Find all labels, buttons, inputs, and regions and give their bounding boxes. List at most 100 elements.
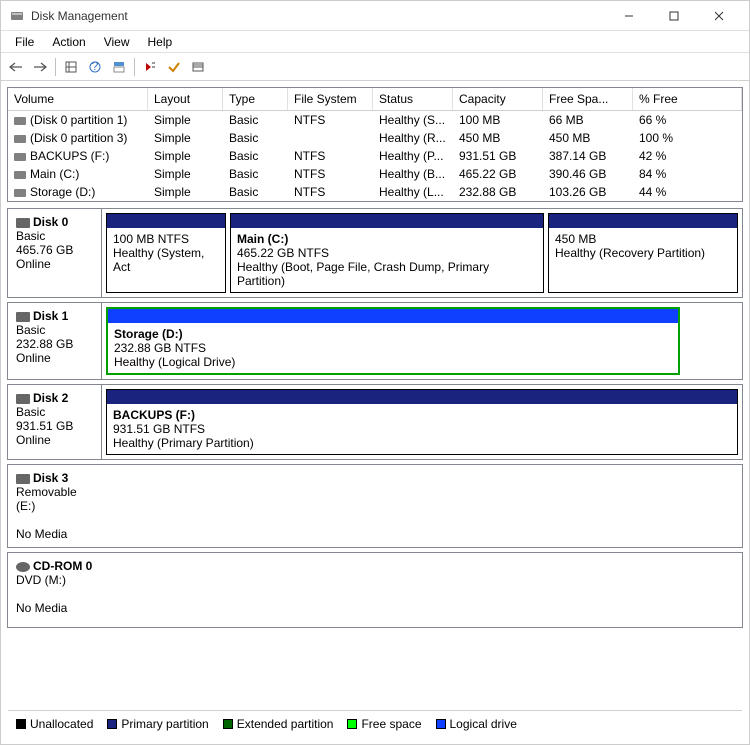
disk-panel-2[interactable]: Disk 2 Basic 931.51 GB Online BACKUPS (F… [7,384,743,460]
settings-button[interactable] [60,56,82,78]
menubar: File Action View Help [1,31,749,53]
volume-row[interactable]: Storage (D:) Simple Basic NTFS Healthy (… [8,183,742,201]
menu-view[interactable]: View [96,33,138,51]
volume-name: Main (C:) [30,167,79,181]
disk-info: CD-ROM 0 DVD (M:) No Media [8,553,102,627]
disk-status: Online [16,257,93,271]
volume-icon [14,171,26,179]
legend-logical: Logical drive [436,717,517,731]
disk-type: Basic [16,323,93,337]
volume-row[interactable]: Main (C:) Simple Basic NTFS Healthy (B..… [8,165,742,183]
volume-list[interactable]: Volume Layout Type File System Status Ca… [7,87,743,202]
volume-icon [14,153,26,161]
partition-box[interactable]: BACKUPS (F:) 931.51 GB NTFS Healthy (Pri… [106,389,738,455]
menu-file[interactable]: File [7,33,42,51]
partition-status: Healthy (Primary Partition) [113,436,731,450]
close-button[interactable] [696,2,741,30]
disk-partitions: Storage (D:) 232.88 GB NTFS Healthy (Log… [102,303,742,379]
col-layout[interactable]: Layout [148,88,223,110]
col-pct[interactable]: % Free [633,88,742,110]
partition-size: 465.22 GB NTFS [237,246,537,260]
titlebar: Disk Management [1,1,749,31]
legend: Unallocated Primary partition Extended p… [8,710,742,737]
disk-type: Basic [16,229,93,243]
swatch-extended [223,719,233,729]
volume-list-header: Volume Layout Type File System Status Ca… [8,88,742,111]
partition-size: 450 MB [555,232,731,246]
col-filesystem[interactable]: File System [288,88,373,110]
partition-box[interactable]: 100 MB NTFS Healthy (System, Act [106,213,226,293]
volume-row[interactable]: (Disk 0 partition 3) Simple Basic Health… [8,129,742,147]
disk-type: Removable (E:) [16,485,94,513]
check-button[interactable] [163,56,185,78]
menu-help[interactable]: Help [140,33,181,51]
partition-body: 100 MB NTFS Healthy (System, Act [107,228,225,292]
col-type[interactable]: Type [223,88,288,110]
action-button[interactable] [139,56,161,78]
disk-icon [16,218,30,228]
col-status[interactable]: Status [373,88,453,110]
partition-box-selected[interactable]: Storage (D:) 232.88 GB NTFS Healthy (Log… [106,307,680,375]
volume-row[interactable]: (Disk 0 partition 1) Simple Basic NTFS H… [8,111,742,129]
disk-status: Online [16,351,93,365]
disk-panel-cdrom[interactable]: CD-ROM 0 DVD (M:) No Media [7,552,743,628]
back-button[interactable] [5,56,27,78]
disk-panel-3[interactable]: Disk 3 Removable (E:) No Media [7,464,743,548]
partition-body: 450 MB Healthy (Recovery Partition) [549,228,737,292]
swatch-free [347,719,357,729]
disk-icon [16,394,30,404]
partition-status: Healthy (Recovery Partition) [555,246,731,260]
disk-size: 931.51 GB [16,419,93,433]
partition-box[interactable]: Main (C:) 465.22 GB NTFS Healthy (Boot, … [230,213,544,293]
partition-size: 100 MB NTFS [113,232,219,246]
col-volume[interactable]: Volume [8,88,148,110]
disk-status: Online [16,433,93,447]
disk-icon [16,474,30,484]
toolbar-separator [134,58,135,76]
disk-partitions [102,553,742,627]
legend-extended: Extended partition [223,717,334,731]
maximize-button[interactable] [651,2,696,30]
toolbar: ? [1,53,749,81]
disk-name: Disk 1 [33,309,68,323]
list-button[interactable] [187,56,209,78]
disk-partitions: BACKUPS (F:) 931.51 GB NTFS Healthy (Pri… [102,385,742,459]
disk-type: DVD (M:) [16,573,94,587]
partition-stripe [107,390,737,404]
menu-action[interactable]: Action [44,33,93,51]
volume-icon [14,117,26,125]
volume-name: (Disk 0 partition 3) [30,131,127,145]
partition-box[interactable]: 450 MB Healthy (Recovery Partition) [548,213,738,293]
col-capacity[interactable]: Capacity [453,88,543,110]
disk-name: CD-ROM 0 [33,559,92,573]
volume-icon [14,135,26,143]
view-top-button[interactable] [108,56,130,78]
partition-name: Storage (D:) [114,327,672,341]
svg-text:?: ? [92,60,99,73]
partition-body: Main (C:) 465.22 GB NTFS Healthy (Boot, … [231,228,543,292]
partition-body: BACKUPS (F:) 931.51 GB NTFS Healthy (Pri… [107,404,737,454]
disk-status: No Media [16,601,94,615]
partition-status: Healthy (Logical Drive) [114,355,672,369]
disk-size: 232.88 GB [16,337,93,351]
volume-icon [14,189,26,197]
col-free[interactable]: Free Spa... [543,88,633,110]
partition-status: Healthy (Boot, Page File, Crash Dump, Pr… [237,260,537,288]
partition-body: Storage (D:) 232.88 GB NTFS Healthy (Log… [108,323,678,373]
disk-info: Disk 2 Basic 931.51 GB Online [8,385,102,459]
disk-name: Disk 0 [33,215,68,229]
legend-primary: Primary partition [107,717,208,731]
disk-info: Disk 3 Removable (E:) No Media [8,465,102,547]
disk-panel-1[interactable]: Disk 1 Basic 232.88 GB Online Storage (D… [7,302,743,380]
partition-size: 232.88 GB NTFS [114,341,672,355]
volume-row[interactable]: BACKUPS (F:) Simple Basic NTFS Healthy (… [8,147,742,165]
disk-size: 465.76 GB [16,243,93,257]
minimize-button[interactable] [606,2,651,30]
disk-status: No Media [16,527,94,541]
disk-panel-0[interactable]: Disk 0 Basic 465.76 GB Online 100 MB NTF… [7,208,743,298]
help-button[interactable]: ? [84,56,106,78]
forward-button[interactable] [29,56,51,78]
disk-panels: Disk 0 Basic 465.76 GB Online 100 MB NTF… [7,208,743,628]
legend-free: Free space [347,717,421,731]
disk-type: Basic [16,405,93,419]
